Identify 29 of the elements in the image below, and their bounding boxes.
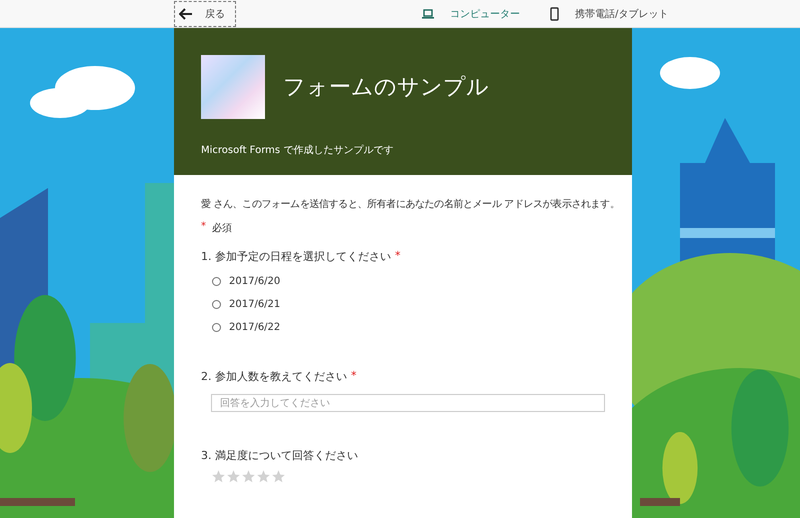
star-icon[interactable] xyxy=(211,469,226,484)
star-icon[interactable] xyxy=(256,469,271,484)
image-placeholder xyxy=(201,55,265,119)
form-title: フォームのサンプル xyxy=(283,74,489,102)
required-label: 必須 xyxy=(212,222,232,235)
star-icon[interactable] xyxy=(226,469,241,484)
star-icon[interactable] xyxy=(271,469,286,484)
view-toggle[interactable]: 携帯電話/タブレット xyxy=(550,6,668,20)
radio-button[interactable] xyxy=(212,277,221,286)
view-toggle[interactable]: コンピューター xyxy=(422,6,520,20)
back-arrow-icon xyxy=(179,8,193,20)
required-asterisk: * xyxy=(201,221,206,234)
answer-field[interactable]: 回答を入力してください xyxy=(211,394,605,412)
radio-button[interactable] xyxy=(212,300,221,309)
question-title: 1. 参加予定の日程を選択してください xyxy=(201,249,391,264)
form-subtitle: Microsoft Forms で作成したサンプルです xyxy=(201,144,394,157)
required-asterisk: * xyxy=(395,249,400,264)
option-label: 2017/6/22 xyxy=(229,322,280,333)
question-title: 2. 参加人数を教えてください xyxy=(201,369,347,384)
back-button[interactable]: 戻る xyxy=(174,0,236,26)
radio-button[interactable] xyxy=(212,323,221,332)
question-title: 3. 満足度について回答ください xyxy=(201,448,358,463)
star-icon[interactable] xyxy=(241,469,256,484)
required-asterisk: * xyxy=(351,369,356,384)
laptop-icon xyxy=(422,8,434,18)
option-label: 2017/6/20 xyxy=(229,276,280,287)
option-label: 2017/6/21 xyxy=(229,299,280,310)
phone-icon xyxy=(550,6,559,20)
privacy-notice: 愛 さん、このフォームを送信すると、所有者にあなたの名前とメール アドレスが表示されます。 xyxy=(201,198,620,211)
